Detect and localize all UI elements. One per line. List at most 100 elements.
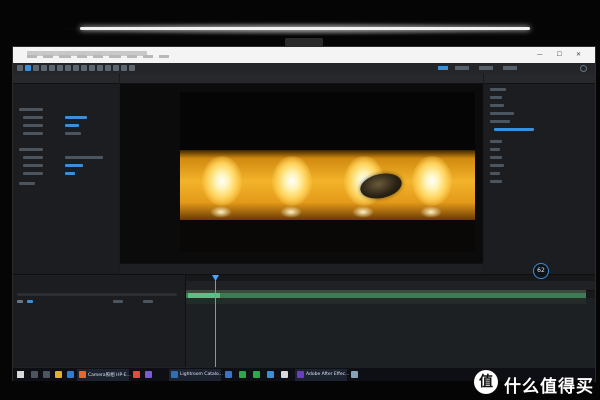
- property-value[interactable]: [65, 124, 79, 127]
- effects-row: [490, 180, 502, 183]
- menu-item[interactable]: [93, 55, 103, 58]
- app-icon[interactable]: [351, 371, 358, 378]
- light-reflection: [280, 206, 302, 218]
- layer-label-color[interactable]: [27, 300, 33, 303]
- layer-parent-dropdown[interactable]: [143, 300, 153, 303]
- roto-brush-tool-icon[interactable]: [121, 65, 127, 71]
- property-label: [19, 148, 43, 151]
- menu-item[interactable]: [159, 55, 169, 58]
- property-value[interactable]: [65, 164, 83, 167]
- composition-frame[interactable]: [180, 92, 475, 252]
- search-icon[interactable]: [31, 371, 38, 378]
- effects-row: [490, 112, 514, 115]
- zoom-percentage-badge: 62: [533, 263, 549, 279]
- workspace-default[interactable]: [438, 66, 448, 70]
- rotate-tool-icon[interactable]: [49, 65, 55, 71]
- timeline-layer-list: [13, 275, 186, 368]
- menu-item[interactable]: [59, 55, 71, 58]
- playhead[interactable]: [215, 275, 216, 368]
- photoshop-icon[interactable]: [225, 371, 232, 378]
- taskbar-app-label: Camera照相 HP-E...: [88, 373, 131, 378]
- zoom-tool-icon[interactable]: [41, 65, 47, 71]
- taskbar-app-label: Lightroom Catalo...: [180, 372, 223, 377]
- track-stripe: [186, 298, 586, 304]
- taskbar-app-label: Adobe After Effec...: [306, 372, 350, 377]
- title-bar: — ☐ ✕: [13, 47, 595, 63]
- windows-start-icon[interactable]: [17, 371, 24, 378]
- task-view-icon[interactable]: [43, 371, 50, 378]
- clone-stamp-tool-icon[interactable]: [105, 65, 111, 71]
- site-watermark: 值 什么值得买: [474, 368, 594, 397]
- type-tool-icon[interactable]: [89, 65, 95, 71]
- timeline-tracks[interactable]: [186, 275, 595, 368]
- effects-row: [490, 164, 504, 167]
- menu-item[interactable]: [127, 55, 137, 58]
- watermark-logo-icon: 值: [474, 370, 498, 394]
- watermark-text: 什么值得买: [504, 377, 594, 397]
- timeline-panel: [13, 274, 595, 368]
- messenger-icon[interactable]: [253, 371, 260, 378]
- workspace-small-screen[interactable]: [503, 66, 517, 70]
- menu-item[interactable]: [109, 55, 121, 58]
- menu-item[interactable]: [43, 55, 53, 58]
- viewer-controls: [120, 263, 483, 274]
- monitor-light-clip: [285, 38, 323, 46]
- hand-tool-icon[interactable]: [33, 65, 39, 71]
- workspace-standard[interactable]: [479, 66, 493, 70]
- effects-row: [490, 88, 506, 91]
- file-explorer-icon[interactable]: [55, 371, 62, 378]
- light-bulb-glow: [412, 156, 452, 206]
- property-value[interactable]: [65, 116, 87, 119]
- composition-viewer: [120, 74, 483, 274]
- chrome-icon[interactable]: [133, 371, 140, 378]
- app-icon[interactable]: [281, 371, 288, 378]
- pan-behind-tool-icon[interactable]: [65, 65, 71, 71]
- effects-row: [490, 156, 502, 159]
- light-reflection: [210, 206, 232, 218]
- search-help-icon[interactable]: [580, 65, 587, 72]
- property-value[interactable]: [65, 132, 81, 135]
- light-reflection: [352, 206, 374, 218]
- menu-item[interactable]: [143, 55, 153, 58]
- eraser-tool-icon[interactable]: [113, 65, 119, 71]
- wechat-icon[interactable]: [239, 371, 246, 378]
- shape-tool-icon[interactable]: [73, 65, 79, 71]
- premiere-icon[interactable]: [145, 371, 152, 378]
- effects-row: [490, 120, 510, 123]
- effects-row: [490, 172, 500, 175]
- lightroom-app-icon: [171, 371, 178, 378]
- edge-browser-icon[interactable]: [67, 371, 74, 378]
- property-value[interactable]: [65, 156, 103, 159]
- effects-row: [490, 96, 502, 99]
- workspace-learn[interactable]: [455, 66, 469, 70]
- property-label: [19, 182, 35, 185]
- camera-tool-icon[interactable]: [57, 65, 63, 71]
- brush-tool-icon[interactable]: [97, 65, 103, 71]
- effects-presets-panel: [484, 74, 595, 274]
- menu-item[interactable]: [27, 55, 37, 58]
- property-label: [19, 108, 43, 111]
- composition-shadow: [180, 220, 475, 252]
- menu-item[interactable]: [77, 55, 87, 58]
- effects-row: [490, 104, 504, 107]
- monitor-screen: — ☐ ✕ 62 Camera照相 HP-E... Lightroom Cata…: [12, 46, 596, 382]
- timeline-empty-track-area: [186, 298, 595, 368]
- property-label: [23, 172, 43, 175]
- light-reflection: [420, 206, 442, 218]
- property-label: [23, 156, 43, 159]
- effects-row-selected[interactable]: [494, 128, 534, 131]
- selection-tool-icon[interactable]: [25, 65, 31, 71]
- property-label: [23, 116, 43, 119]
- property-label: [23, 124, 43, 127]
- menu-bar: [13, 53, 595, 63]
- visibility-eye-icon[interactable]: [17, 300, 23, 303]
- app-icon[interactable]: [267, 371, 274, 378]
- timeline-column-headers: [17, 293, 177, 296]
- effects-row: [490, 148, 500, 151]
- light-bulb-glow: [272, 156, 312, 206]
- layer-mode-dropdown[interactable]: [113, 300, 123, 303]
- property-value[interactable]: [65, 172, 75, 175]
- pen-tool-icon[interactable]: [81, 65, 87, 71]
- puppet-tool-icon[interactable]: [129, 65, 135, 71]
- home-icon[interactable]: [17, 65, 23, 71]
